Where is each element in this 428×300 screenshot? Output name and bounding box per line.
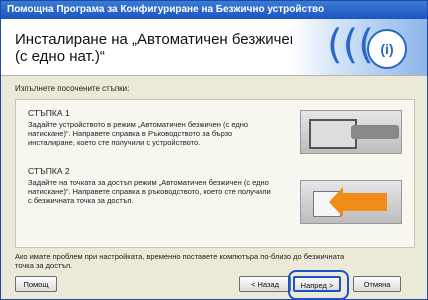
- help-note: Ако имате проблем при настройката, време…: [15, 252, 345, 270]
- window-title: Помощна Програма за Конфигуриране на Без…: [7, 4, 325, 15]
- installer-window: Помощна Програма за Конфигуриране на Без…: [0, 0, 428, 300]
- step-1-title: СТЪПКА 1: [28, 108, 70, 118]
- step-1-text: Задайте устройството в режим „Автоматиче…: [28, 120, 249, 147]
- steps-panel: СТЪПКА 1 Задайте устройството в режим „А…: [15, 99, 415, 248]
- step-2-text: Задайте на точката за достъп режим „Авто…: [28, 178, 271, 205]
- next-button[interactable]: Напред >: [293, 276, 341, 292]
- page-title: Инсталиране на „Автоматичен безжичен (с …: [15, 31, 299, 65]
- window-titlebar[interactable]: Помощна Програма за Конфигуриране на Без…: [1, 1, 427, 19]
- header-banner: Инсталиране на „Автоматичен безжичен (с …: [1, 19, 427, 76]
- help-button[interactable]: Помощ: [15, 276, 57, 292]
- instruction-label: Изпълнете посочените стъпки:: [15, 84, 130, 93]
- wifi-badge-icon: (i): [367, 29, 407, 69]
- orange-arrow-icon: [329, 187, 387, 217]
- access-point-image: [300, 180, 402, 224]
- device-port-icon: [309, 119, 357, 149]
- back-button[interactable]: < Назад: [239, 276, 291, 292]
- device-button-image: [300, 110, 402, 154]
- wireless-logo: ((( (i): [292, 19, 427, 75]
- step-2-title: СТЪПКА 2: [28, 166, 70, 176]
- cable-icon: [351, 125, 399, 139]
